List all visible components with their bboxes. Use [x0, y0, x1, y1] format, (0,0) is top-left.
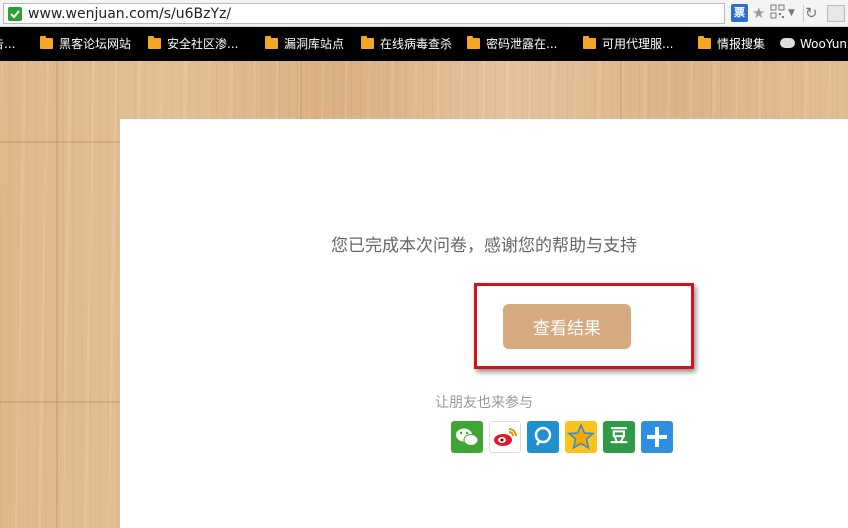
refresh-icon[interactable]: ↻	[805, 4, 822, 22]
folder-icon	[361, 36, 374, 49]
plank-seam	[56, 61, 58, 528]
address-bar: www.wenjuan.com/s/u6BzYz/ 票 ★ ▼ ↻	[0, 0, 848, 27]
douban-icon[interactable]: 豆	[603, 421, 635, 453]
more-share-icon[interactable]	[641, 421, 673, 453]
plank-seam	[620, 61, 622, 119]
plank-seam	[0, 141, 120, 143]
bookmarks-bar: 告... 黑客论坛网站 安全社区渗... 漏洞库站点 在线病毒查杀 密码泄露在.…	[0, 27, 848, 61]
folder-icon	[698, 36, 711, 49]
bookmark-star-icon[interactable]: ★	[752, 4, 769, 22]
folder-icon	[148, 36, 161, 49]
bookmark-item[interactable]: 黑客论坛网站	[40, 36, 131, 52]
folder-icon	[583, 36, 596, 49]
folder-icon	[40, 36, 53, 49]
plank-seam	[300, 61, 302, 119]
bookmark-item[interactable]: 在线病毒查杀	[361, 36, 452, 52]
folder-icon	[265, 36, 278, 49]
bookmark-item[interactable]: 可用代理服...	[583, 36, 673, 52]
plank-seam	[0, 401, 120, 403]
qr-code-icon[interactable]	[770, 4, 787, 22]
tencent-weibo-icon[interactable]	[527, 421, 559, 453]
invite-friends-label: 让朋友也来参与	[435, 395, 533, 411]
secure-check-icon	[8, 7, 22, 21]
ticket-icon[interactable]: 票	[731, 4, 748, 22]
wechat-icon[interactable]	[451, 421, 483, 453]
bookmark-item[interactable]: WooYun	[780, 36, 847, 52]
completion-message: 您已完成本次问卷，感谢您的帮助与支持	[331, 236, 637, 256]
bookmark-item[interactable]: 密码泄露在...	[467, 36, 557, 52]
view-results-button[interactable]: 查看结果	[503, 304, 631, 349]
toolbar-divider	[803, 5, 804, 22]
folder-icon	[467, 36, 480, 49]
extension-icon[interactable]	[827, 5, 845, 22]
survey-complete-card: 您已完成本次问卷，感谢您的帮助与支持 查看结果 让朋友也来参与 豆	[120, 119, 848, 528]
bookmark-item[interactable]: 告...	[0, 36, 15, 52]
url-field[interactable]: www.wenjuan.com/s/u6BzYz/	[3, 3, 725, 24]
cloud-icon	[780, 38, 795, 48]
bookmark-item[interactable]: 漏洞库站点	[265, 36, 344, 52]
url-text[interactable]: www.wenjuan.com/s/u6BzYz/	[28, 5, 231, 23]
weibo-icon[interactable]	[489, 421, 521, 453]
bookmark-item[interactable]: 情报搜集	[698, 36, 765, 52]
qzone-icon[interactable]	[565, 421, 597, 453]
bookmark-item[interactable]: 安全社区渗...	[148, 36, 238, 52]
